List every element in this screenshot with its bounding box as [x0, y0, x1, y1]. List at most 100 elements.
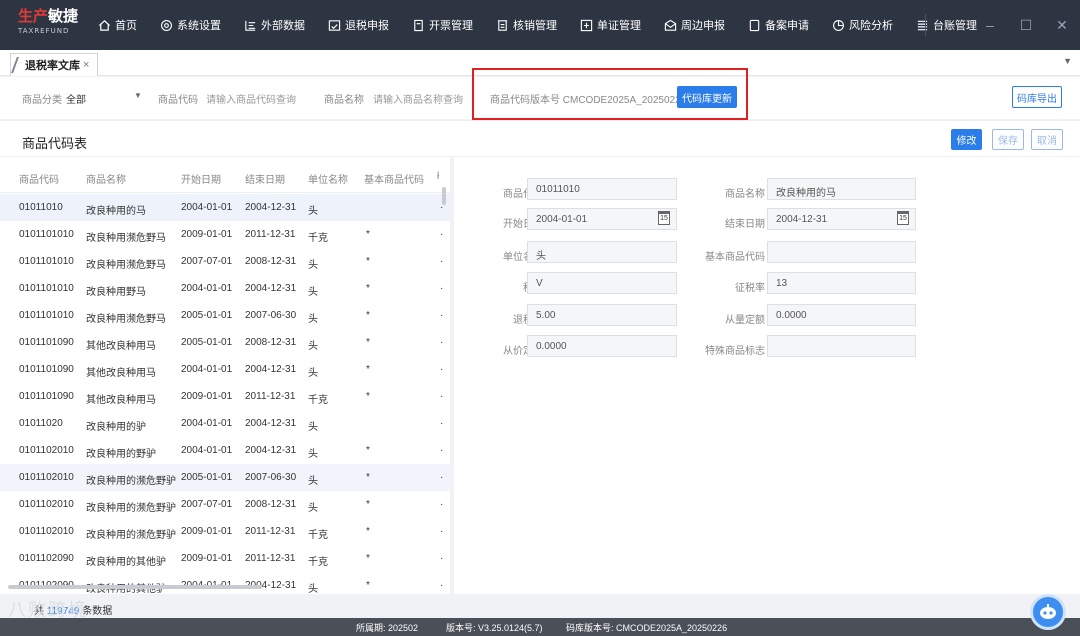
tab-close-icon[interactable]: ×: [83, 59, 89, 71]
more-button[interactable]: ···: [936, 0, 972, 50]
cell-end: 2004-12-31: [245, 283, 297, 294]
start-date-field[interactable]: 2004-01-01 15: [527, 208, 677, 230]
table-row[interactable]: 01011010 改良种用的马 2004-01-01 2004-12-31 头 …: [0, 194, 450, 221]
table-row[interactable]: 0101101090 其他改良种用马 2005-01-01 2008-12-31…: [0, 329, 450, 356]
nav-label: 单证管理: [597, 20, 641, 32]
special-flag-field[interactable]: [767, 335, 916, 357]
nav-item-system-settings[interactable]: 系统设置: [148, 0, 232, 50]
table-row[interactable]: 0101101010 改良种用野马 2004-01-01 2004-12-31 …: [0, 275, 450, 302]
cancel-button[interactable]: 取消: [1031, 129, 1063, 150]
unit-field[interactable]: 头: [527, 241, 677, 263]
table-row[interactable]: 0101101010 改良种用濒危野马 2009-01-01 2011-12-3…: [0, 221, 450, 248]
cell-name: 其他改良种用马: [86, 368, 156, 379]
cell-unit: 头: [308, 260, 318, 271]
nav-item-external-data[interactable]: 外部数据: [232, 0, 316, 50]
cell-unit: 头: [308, 287, 318, 298]
base-code-field[interactable]: [767, 241, 916, 263]
tab-refund-rate-library[interactable]: 退税率文库 ×: [10, 53, 99, 76]
refund-rate-field[interactable]: 5.00: [527, 304, 677, 326]
table-body: 01011010 改良种用的马 2004-01-01 2004-12-31 头 …: [0, 194, 450, 594]
table-row[interactable]: 0101101010 改良种用濒危野马 2005-01-01 2007-06-3…: [0, 302, 450, 329]
nav-item-documents[interactable]: 单证管理: [568, 0, 652, 50]
column-header[interactable]: 商品名称: [86, 171, 126, 186]
nav-label: 开票管理: [429, 20, 473, 32]
maximize-button[interactable]: ☐: [1008, 0, 1044, 50]
table-row[interactable]: 0101102010 改良种用的濒危野驴 2005-01-01 2007-06-…: [0, 464, 450, 491]
column-header[interactable]: 商品代码: [19, 171, 59, 186]
nav-label: 核销管理: [513, 20, 557, 32]
cell-base-code: *: [366, 229, 370, 240]
tax-type-field[interactable]: V: [527, 272, 677, 294]
nav-item-verification[interactable]: 核销管理: [484, 0, 568, 50]
table-row[interactable]: 0101101010 改良种用濒危野马 2007-07-01 2008-12-3…: [0, 248, 450, 275]
cell-unit: 千克: [308, 395, 328, 406]
column-header[interactable]: 单位名称: [308, 171, 348, 186]
calendar-icon[interactable]: 15: [658, 211, 670, 225]
table-row[interactable]: 0101102090 改良种用的其他驴 2004-01-01 2004-12-3…: [0, 572, 450, 594]
name-label: 商品名称: [324, 95, 364, 106]
cell-code: 01011010: [19, 202, 63, 213]
nav-item-invoice[interactable]: 开票管理: [400, 0, 484, 50]
horizontal-scrollbar[interactable]: [8, 585, 262, 589]
ad-valorem-field[interactable]: 0.0000: [527, 335, 677, 357]
column-header[interactable]: 结束日期: [245, 171, 285, 186]
period-status: 所属期: 202502: [356, 623, 419, 633]
column-header[interactable]: ł: [437, 171, 439, 182]
cell-extra: ·: [440, 391, 444, 402]
column-header[interactable]: 开始日期: [181, 171, 221, 186]
table-row[interactable]: 0101102090 改良种用的其他驴 2009-01-01 2011-12-3…: [0, 545, 450, 572]
nav-label: 备案申请: [765, 20, 809, 32]
cell-code: 0101102010: [19, 499, 74, 510]
cell-unit: 千克: [308, 233, 328, 244]
nav-item-risk-analysis[interactable]: 风险分析: [820, 0, 904, 50]
cell-base-code: *: [366, 337, 370, 348]
cell-extra: ·: [440, 229, 444, 240]
category-select[interactable]: 全部: [66, 91, 86, 106]
cell-start: 2005-01-01: [181, 337, 233, 348]
vertical-scrollbar[interactable]: [442, 187, 446, 205]
end-date-field[interactable]: 2004-12-31 15: [767, 208, 916, 230]
calendar-icon[interactable]: 15: [897, 211, 909, 225]
column-header[interactable]: 基本商品代码: [364, 171, 424, 186]
table-row[interactable]: 0101101090 其他改良种用马 2009-01-01 2011-12-31…: [0, 383, 450, 410]
cell-base-code: *: [366, 499, 370, 510]
export-library-button[interactable]: 码库导出: [1012, 86, 1062, 108]
assistant-bot-icon[interactable]: [1030, 594, 1066, 630]
nav-item-home[interactable]: 首页: [86, 0, 148, 50]
cell-code: 0101101010: [19, 229, 74, 240]
name-search-input[interactable]: 请输入商品名称查询: [373, 91, 463, 106]
table-row[interactable]: 0101102010 改良种用的濒危野驴 2009-01-01 2011-12-…: [0, 518, 450, 545]
logo-text-white: 敏捷: [48, 8, 79, 25]
close-window-button[interactable]: ✕: [1044, 0, 1080, 50]
nav-item-peripheral-declare[interactable]: 周边申报: [652, 0, 736, 50]
table-row[interactable]: 0101101090 其他改良种用马 2004-01-01 2004-12-31…: [0, 356, 450, 383]
save-button[interactable]: 保存: [992, 129, 1024, 150]
code-field[interactable]: 01011010: [527, 178, 677, 200]
edit-button[interactable]: 修改: [951, 129, 982, 150]
minimize-button[interactable]: –: [972, 0, 1008, 50]
cell-base-code: *: [366, 580, 370, 591]
table-row[interactable]: 0101102010 改良种用的濒危野驴 2007-07-01 2008-12-…: [0, 491, 450, 518]
levy-rate-field[interactable]: 13: [767, 272, 916, 294]
cell-start: 2009-01-01: [181, 229, 233, 240]
tab-menu-icon[interactable]: ▼: [1063, 56, 1072, 66]
nav-item-filing[interactable]: 备案申请: [736, 0, 820, 50]
verify-icon: [495, 18, 509, 32]
cell-code: 0101102010: [19, 445, 74, 456]
table-row[interactable]: 01011020 改良种用的驴 2004-01-01 2004-12-31 头 …: [0, 410, 450, 437]
chevron-down-icon[interactable]: ▼: [134, 91, 142, 100]
nav-item-tax-refund[interactable]: 退税申报: [316, 0, 400, 50]
cell-unit: 头: [308, 422, 318, 433]
nav-label: 风险分析: [849, 20, 893, 32]
app-logo: 生产敏捷 TAXREFUND: [0, 0, 86, 50]
cell-unit: 头: [308, 449, 318, 460]
code-search-input[interactable]: 请输入商品代码查询: [206, 91, 296, 106]
name-field[interactable]: 改良种用的马: [767, 178, 916, 200]
home-icon: [97, 18, 111, 32]
cell-end: 2007-06-30: [245, 472, 297, 483]
table-row[interactable]: 0101102010 改良种用的野驴 2004-01-01 2004-12-31…: [0, 437, 450, 464]
cell-base-code: *: [366, 391, 370, 402]
quantity-rate-field[interactable]: 0.0000: [767, 304, 916, 326]
cell-code: 0101102010: [19, 472, 74, 483]
data-list-icon: [243, 18, 257, 32]
